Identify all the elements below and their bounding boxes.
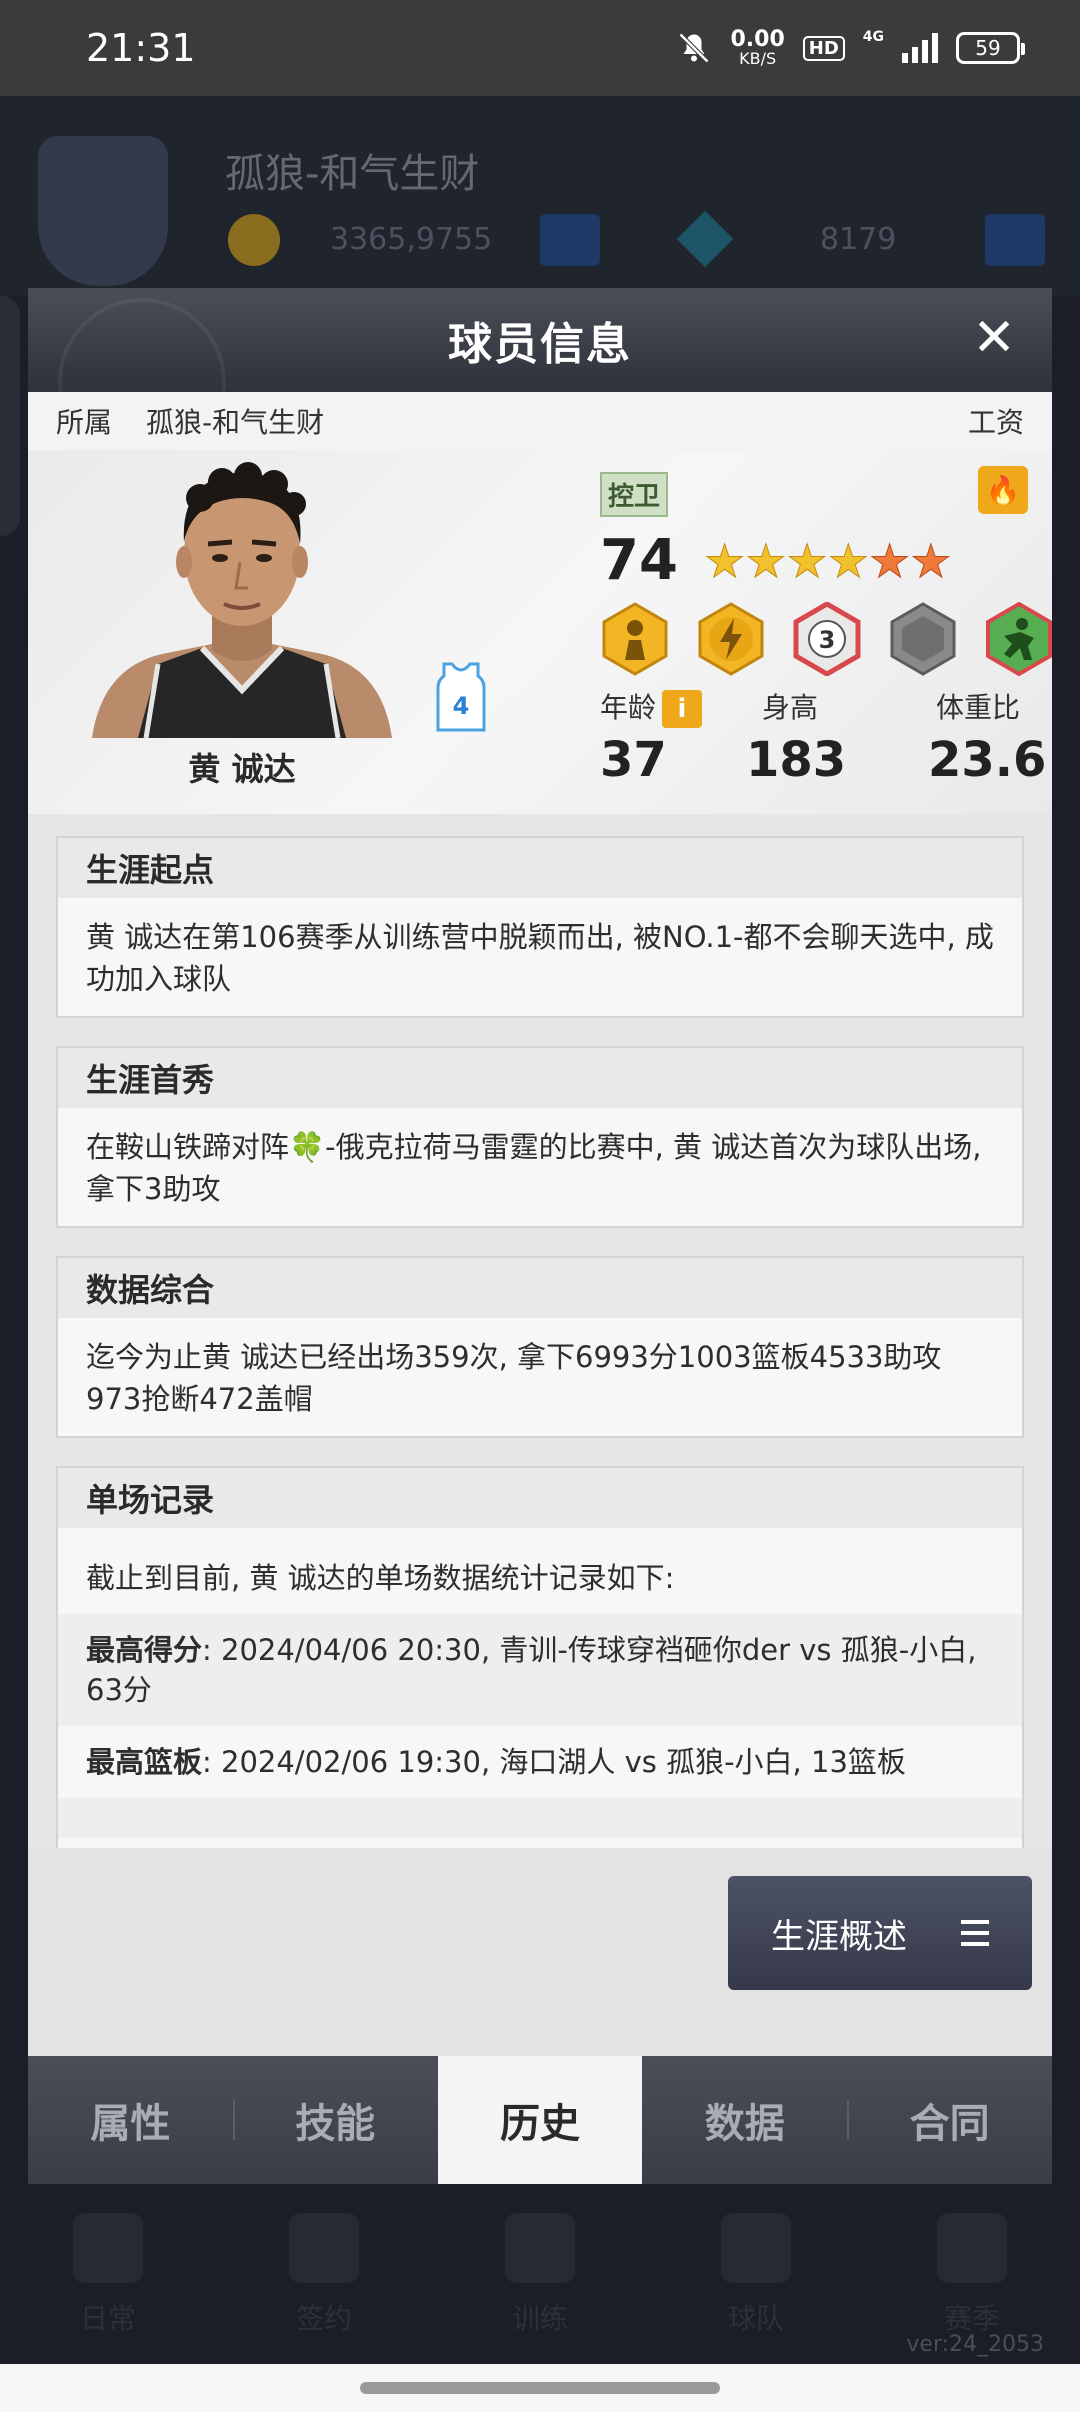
tab-skills[interactable]: 技能 — [232, 2056, 438, 2184]
close-button[interactable]: ✕ — [966, 310, 1022, 366]
career-overview-button[interactable]: 生涯概述 — [728, 1876, 1032, 1990]
signal-bars-icon — [902, 33, 938, 63]
card-title: 生涯首秀 — [58, 1048, 1022, 1108]
bg-nav-item: 日常 — [63, 2213, 153, 2353]
card-text: 在鞍山铁蹄对阵🍀-俄克拉荷马雷霆的比赛中, 黄 诚达首次为球队出场, 拿下3助攻 — [86, 1130, 982, 1206]
age-label-wrap: 年龄 i — [600, 686, 703, 728]
defender-green-badge-icon[interactable] — [982, 602, 1052, 676]
tab-bar: 属性 技能 历史 数据 合同 — [28, 2056, 1052, 2184]
record-text: : 2024/02/06 19:30, 海口湖人 vs 孤狼-小白, 13篮板 — [202, 1745, 906, 1779]
player-name: 黄 诚达 — [188, 750, 296, 788]
star-icon: ★ — [827, 534, 869, 588]
star-rating: ★ ★ ★ ★ ★ ★ — [703, 534, 952, 588]
player-portrait — [92, 462, 392, 738]
status-time: 21:31 — [86, 26, 196, 70]
team-strip: 所属 孤狼-和气生财 工资 — [28, 392, 1052, 450]
age-label: 年龄 — [600, 691, 657, 724]
mute-bell-icon — [679, 32, 710, 64]
team-name[interactable]: 孤狼-和气生财 — [146, 401, 324, 441]
position-badge: 控卫 — [600, 472, 669, 517]
menu-icon — [961, 1920, 989, 1946]
card-title: 单场记录 — [58, 1468, 1022, 1528]
player-info-modal: 球员信息 ✕ 所属 孤狼-和气生财 工资 黄 诚达 4 控卫 🔥 74 ★ ★ … — [28, 288, 1052, 2184]
coin-icon — [228, 214, 280, 266]
bmi-label: 体重比 — [936, 691, 1021, 724]
svg-text:3: 3 — [819, 626, 836, 654]
age-value: 37 — [600, 732, 667, 788]
gesture-nav-bar — [0, 2364, 1080, 2412]
summary-card: 数据综合 迄今为止黄 诚达已经出场359次, 拿下6993分1003篮板4533… — [56, 1256, 1024, 1438]
records-card: 单场记录 截止到目前, 黄 诚达的单场数据统计记录如下: 最高得分: 2024/… — [56, 1466, 1024, 1848]
bmi-value: 23.6 — [928, 732, 1047, 788]
skill-badges: 3 — [598, 602, 1052, 676]
modal-title: 球员信息 — [448, 319, 632, 370]
record-text: : 2024/04/06 20:30, 青训-传球穿裆砸你der vs 孤狼-小… — [86, 1633, 977, 1707]
team-label: 所属 — [56, 406, 113, 439]
status-bar: 21:31 0.00 KB/S HD 4G 59 — [0, 0, 1080, 96]
coin-value: 3365,9755 — [330, 222, 493, 257]
height-label: 身高 — [762, 691, 819, 724]
age-info-button[interactable]: i — [662, 690, 703, 728]
height-value: 183 — [746, 732, 847, 788]
status-icons: 0.00 KB/S HD 4G 59 — [676, 27, 1025, 68]
background-header: 孤狼-和气生财 3365,9755 8179 — [0, 96, 1080, 296]
bg-nav-item: 签约 — [279, 2213, 369, 2353]
hd-icon: HD — [802, 35, 845, 61]
tab-data[interactable]: 数据 — [642, 2056, 847, 2184]
records-intro: 截止到目前, 黄 诚达的单场数据统计记录如下: — [86, 1561, 675, 1595]
add-gem-button — [985, 214, 1045, 266]
background-team-title: 孤狼-和气生财 — [225, 151, 480, 197]
star-icon: ★ — [786, 534, 828, 588]
bg-nav-item: 球队 — [711, 2213, 801, 2353]
career-overview-label: 生涯概述 — [771, 1916, 907, 1957]
player-profile: 黄 诚达 4 控卫 🔥 74 ★ ★ ★ ★ ★ ★ 3 年龄 i 身高 体重比… — [28, 450, 1052, 814]
card-text: 迄今为止黄 诚达已经出场359次, 拿下6993分1003篮板4533助攻973… — [86, 1340, 942, 1416]
three-point-red-badge-icon[interactable]: 3 — [790, 602, 864, 676]
card-text: 黄 诚达在第106赛季从训练营中脱颖而出, 被NO.1-都不会聊天选中, 成功加… — [86, 920, 994, 996]
close-icon: ✕ — [972, 308, 1016, 368]
modal-header: 球员信息 ✕ — [28, 288, 1052, 466]
overall-rating: 74 — [600, 528, 678, 593]
team-crest-icon — [38, 136, 168, 286]
star-icon: ★ — [910, 534, 952, 588]
hexagon-gray-badge-icon[interactable] — [886, 602, 960, 676]
salary-label[interactable]: 工资 — [968, 401, 1024, 441]
network-speed: 0.00 KB/S — [730, 27, 785, 68]
modal-footer: 生涯概述 — [28, 1848, 1052, 2056]
gem-value: 8179 — [820, 222, 897, 257]
gem-icon — [676, 210, 734, 268]
debut-card: 生涯首秀 在鞍山铁蹄对阵🍀-俄克拉荷马雷霆的比赛中, 黄 诚达首次为球队出场, … — [56, 1046, 1024, 1228]
career-start-card: 生涯起点 黄 诚达在第106赛季从训练营中脱颖而出, 被NO.1-都不会聊天选中… — [56, 836, 1024, 1018]
tab-contract[interactable]: 合同 — [847, 2056, 1052, 2184]
home-handle[interactable] — [360, 2382, 720, 2394]
record-item: 最高得分: 2024/04/06 20:30, 青训-传球穿裆砸你der vs … — [58, 1614, 1022, 1726]
fire-icon: 🔥 — [985, 473, 1021, 507]
svg-text:4: 4 — [453, 692, 470, 720]
bg-nav-item: 训练 — [495, 2213, 585, 2353]
fire-button[interactable]: 🔥 — [978, 466, 1028, 514]
card-title: 数据综合 — [58, 1258, 1022, 1318]
history-panel[interactable]: 生涯起点 黄 诚达在第106赛季从训练营中脱颖而出, 被NO.1-都不会聊天选中… — [28, 814, 1052, 1848]
side-tab — [0, 296, 20, 536]
lightning-gold-badge-icon[interactable] — [694, 602, 768, 676]
record-item — [58, 1798, 1022, 1838]
record-label: 最高篮板 — [86, 1745, 203, 1779]
tab-history[interactable]: 历史 — [437, 2056, 643, 2184]
star-icon: ★ — [703, 534, 746, 588]
add-coin-button — [540, 214, 600, 266]
tab-attributes[interactable]: 属性 — [28, 2056, 233, 2184]
record-label: 最高得分 — [86, 1633, 203, 1667]
card-title: 生涯起点 — [58, 838, 1022, 898]
record-item: 最高篮板: 2024/02/06 19:30, 海口湖人 vs 孤狼-小白, 1… — [58, 1726, 1022, 1798]
star-icon: ★ — [745, 534, 787, 588]
battery-icon: 59 — [956, 32, 1025, 64]
player-gold-badge-icon[interactable] — [598, 602, 672, 676]
jersey-icon: 4 — [436, 662, 486, 732]
star-icon: ★ — [868, 534, 911, 588]
network-type: 4G — [862, 29, 884, 45]
version-label: ver:24_2053 — [906, 2332, 1044, 2357]
